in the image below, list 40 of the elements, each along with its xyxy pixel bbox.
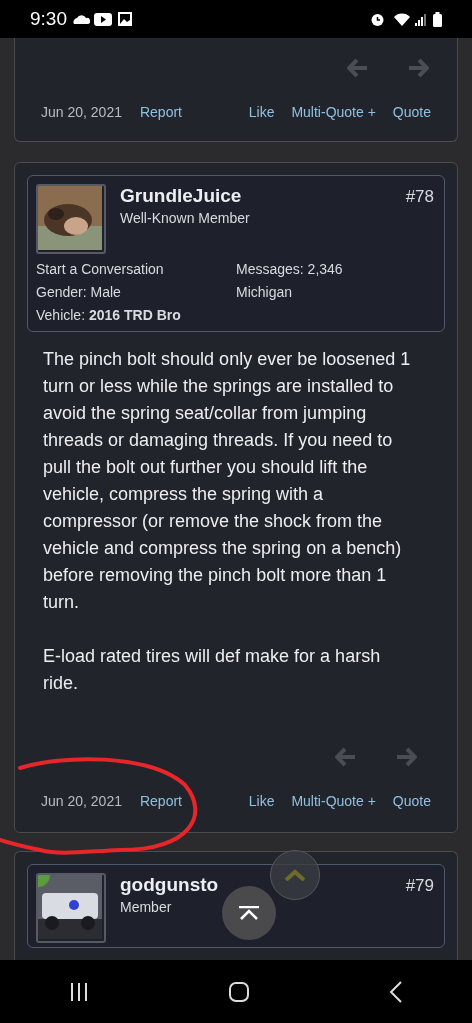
post-number[interactable]: #78 [405, 184, 436, 210]
left-arrow-icon[interactable] [347, 58, 369, 78]
home-icon[interactable] [228, 980, 250, 1003]
chevron-up-icon [284, 869, 306, 881]
status-time: 9:30 [30, 6, 67, 31]
post-date: Jun 20, 2021 [41, 103, 122, 122]
recent-apps-icon[interactable] [69, 981, 90, 1002]
battery-icon [433, 11, 442, 27]
post-paragraph: The pinch bolt should only ever be loosened 1 turn or less while the springs are installed to avoid the spring seat/collar from jumping threads or damaging threads. If you need to pull the bolt out further you should lift the vehicle, compress the spring with a compressor (or remove the shock from the vehicle and compress the spring on a bench) before removing the pinch bolt more than 1 turn. [43, 348, 411, 614]
right-arrow-icon[interactable] [407, 58, 429, 78]
scroll-to-top-icon [238, 906, 260, 920]
report-link[interactable]: Report [139, 791, 182, 812]
post-action-link[interactable]: Multi-Quote + [291, 102, 376, 123]
post-action-link[interactable]: Quote [392, 791, 431, 812]
signal-icon [415, 12, 427, 26]
back-icon[interactable] [388, 980, 403, 1003]
alarm-icon [370, 11, 385, 27]
user-title: Well-Known Member [120, 209, 250, 228]
post-paragraph: E-load rated tires will def make for a harsh ride. [43, 645, 382, 695]
post-action-link[interactable]: Quote [392, 102, 431, 123]
user-title: Member [120, 898, 172, 917]
username[interactable]: GrundleJuice [120, 184, 242, 208]
post-action-link[interactable]: Like [248, 791, 275, 812]
cloud-icon [72, 14, 90, 24]
username[interactable]: godgunsto [120, 873, 219, 897]
post-number[interactable]: #79 [405, 873, 436, 899]
wifi-icon [393, 12, 411, 26]
post-action-link[interactable]: Multi-Quote + [291, 791, 376, 812]
post-action-link[interactable]: Like [248, 102, 275, 123]
left-arrow-icon[interactable] [335, 747, 357, 767]
report-link[interactable]: Report [139, 102, 182, 123]
vehicle-field: Vehicle: 2016 TRD Bro [36, 304, 236, 327]
gender-field: Gender: Male [36, 281, 236, 304]
messages-count: Messages: 2,346 [236, 260, 344, 279]
post-date: Jun 20, 2021 [41, 792, 122, 811]
location-field: Michigan [236, 281, 436, 304]
video-icon [94, 12, 112, 26]
start-conversation-link[interactable]: Start a Conversation [36, 258, 236, 281]
right-arrow-icon[interactable] [395, 747, 417, 767]
image-icon [118, 12, 132, 26]
